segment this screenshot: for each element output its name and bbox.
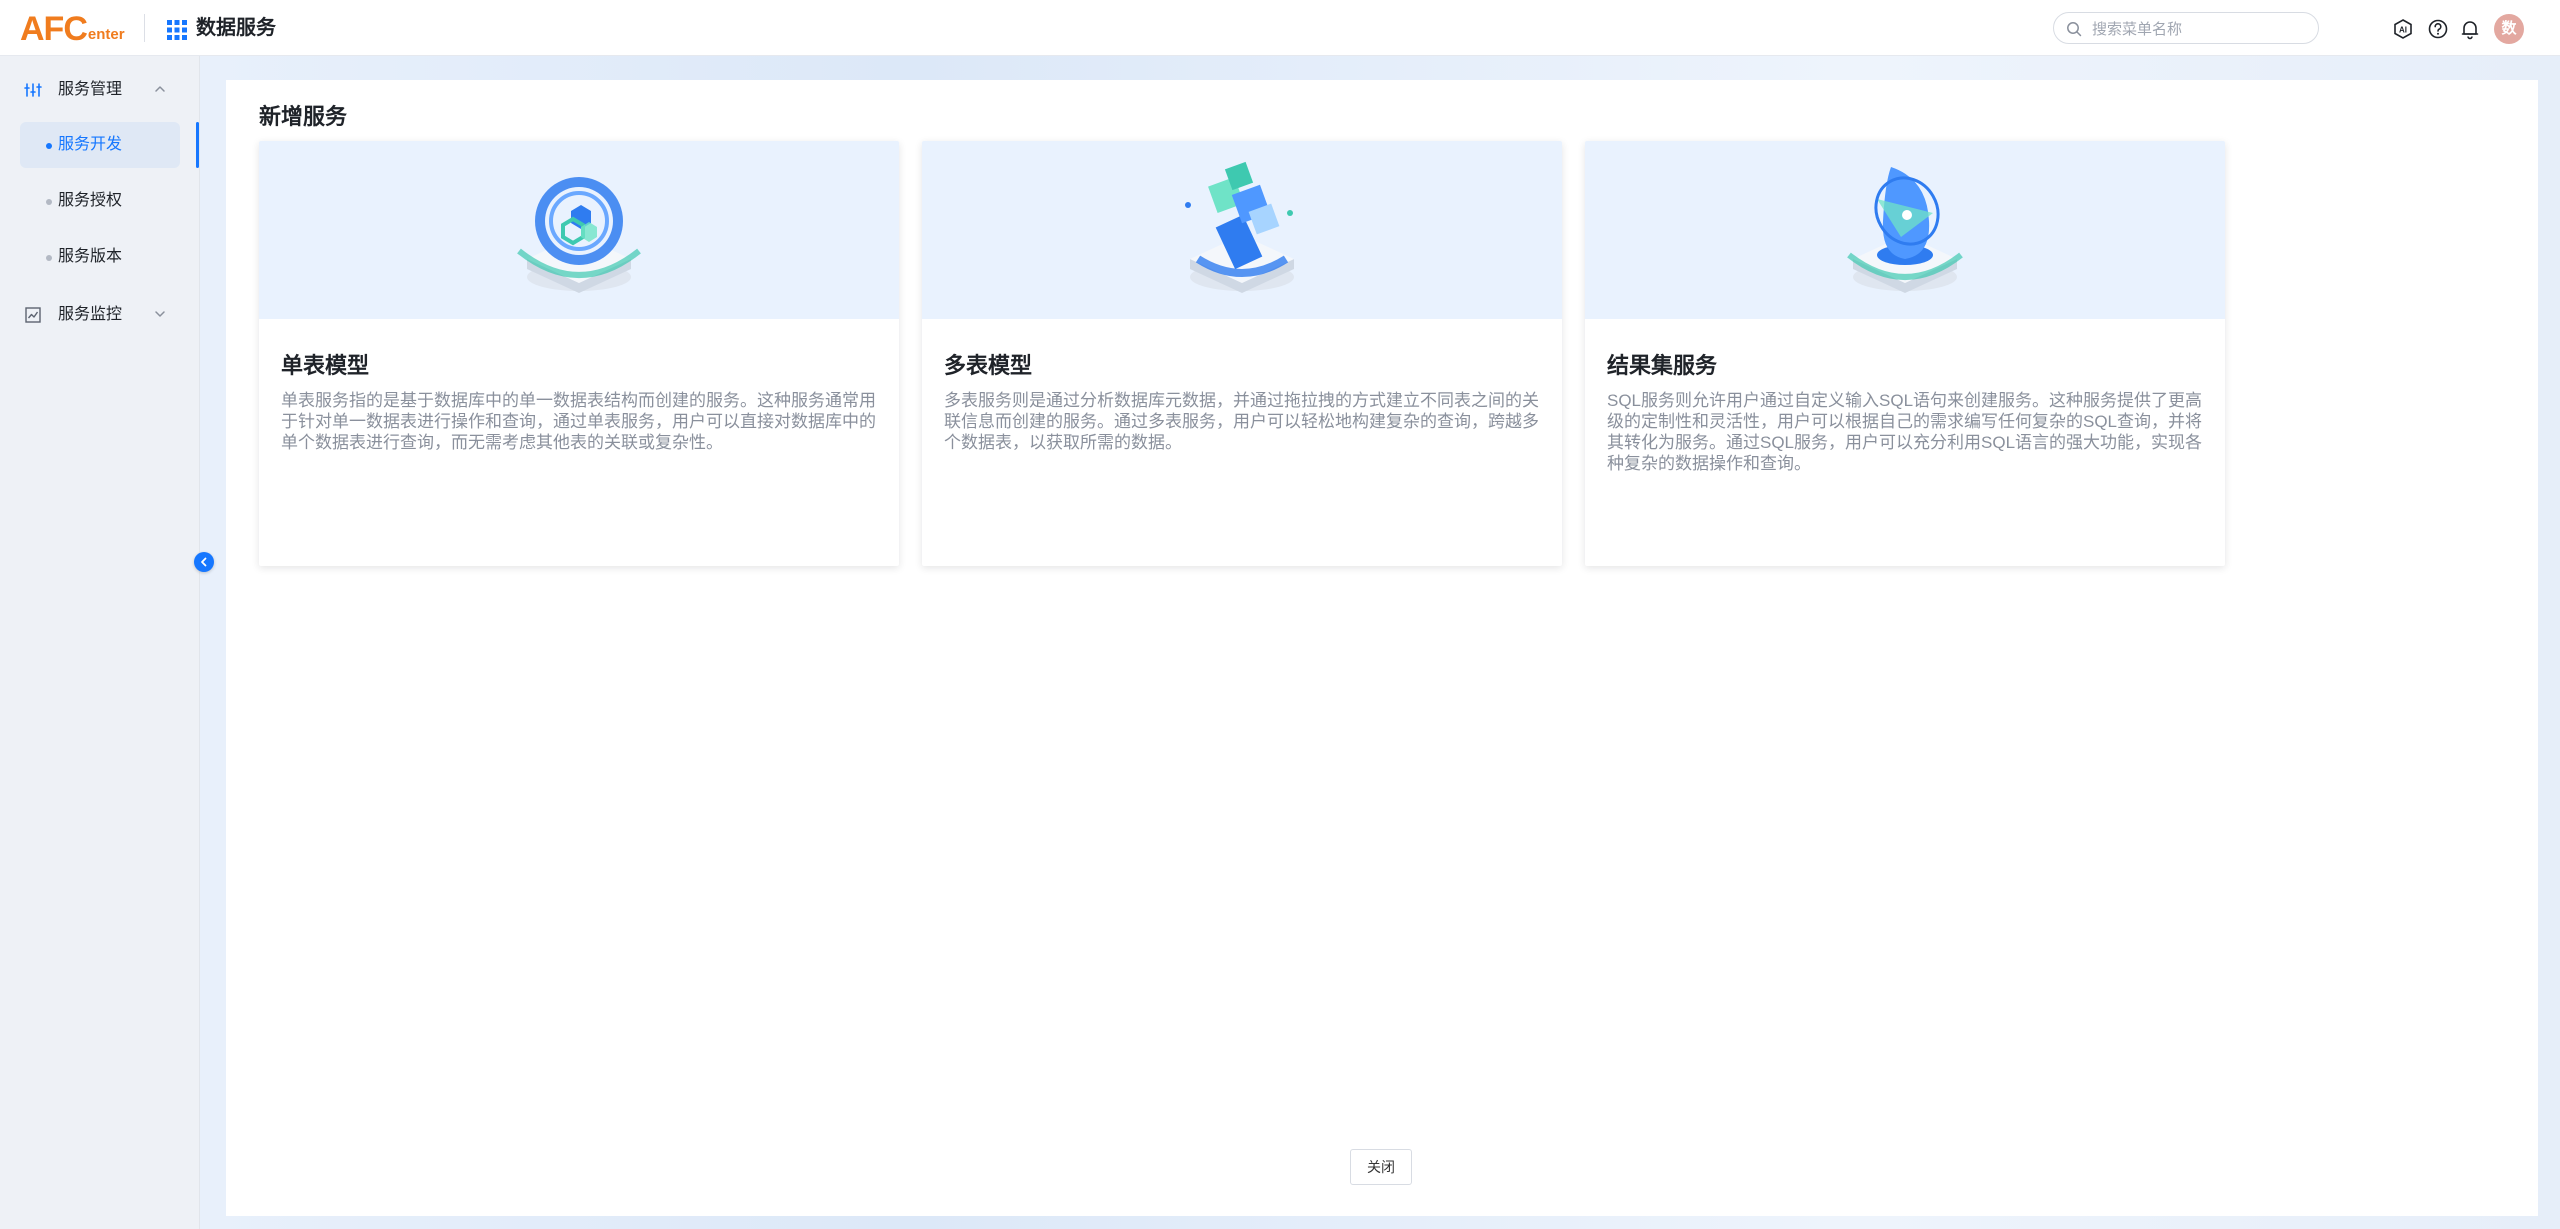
ai-assistant-icon[interactable]: AI	[2392, 18, 2414, 40]
multi-table-model-card[interactable]: 多表模型 多表服务则是通过分析数据库元数据，并通过拖拉拽的方式建立不同表之间的关…	[922, 141, 1562, 566]
result-set-illustration-icon	[1847, 167, 1963, 293]
sidebar-item-service-development[interactable]: 服务开发	[20, 122, 180, 168]
logo-main-text: AFC	[20, 10, 88, 48]
card-description: SQL服务则允许用户通过自定义输入SQL语句来创建服务。这种服务提供了更高级的定…	[1607, 391, 2203, 473]
user-avatar[interactable]: 数	[2494, 14, 2524, 44]
bullet-dot	[46, 199, 52, 205]
sidebar-group-label: 服务监控	[58, 306, 123, 323]
card-description: 单表服务指的是基于数据库中的单一数据表结构而创建的服务。这种服务通常用于针对单一…	[281, 391, 876, 452]
search-input[interactable]	[2090, 17, 2304, 41]
app-title: 数据服务	[196, 17, 276, 39]
active-dot	[46, 143, 52, 149]
close-button[interactable]: 关闭	[1350, 1149, 1412, 1185]
chart-icon	[25, 307, 41, 323]
sidebar-collapse-button[interactable]	[194, 552, 214, 572]
sidebar-group-service-monitoring[interactable]: 服务监控	[0, 294, 200, 334]
sidebar-item-label: 服务版本	[58, 248, 123, 265]
sidebar-group-service-management[interactable]: 服务管理	[0, 69, 200, 109]
menu-search[interactable]	[2053, 12, 2319, 44]
sidebar-item-service-version[interactable]: 服务版本	[20, 234, 180, 280]
sidebar-item-service-authorization[interactable]: 服务授权	[20, 178, 180, 224]
page-title: 新增服务	[259, 104, 348, 129]
active-indicator	[196, 122, 199, 168]
afcenter-logo[interactable]: AFC enter	[20, 10, 125, 46]
chevron-up-icon	[155, 86, 165, 92]
sidebar-item-label: 服务授权	[58, 192, 123, 209]
result-set-service-card[interactable]: 结果集服务 SQL服务则允许用户通过自定义输入SQL语句来创建服务。这种服务提供…	[1585, 141, 2225, 566]
bell-icon[interactable]	[2459, 18, 2481, 40]
multi-table-illustration-icon	[1185, 161, 1294, 293]
chevron-left-icon	[201, 557, 207, 567]
card-description: 多表服务则是通过分析数据库元数据，并通过拖拉拽的方式建立不同表之间的关联信息而创…	[944, 391, 1539, 452]
svg-text:AI: AI	[2399, 26, 2407, 35]
logo-sub-text: enter	[87, 26, 125, 43]
sidebar: 服务管理 服务开发 服务授权 服务版本 服务监控	[0, 56, 200, 1229]
header-divider	[144, 14, 145, 42]
top-bar: AFC enter 数据服务 AI 数	[0, 0, 2560, 56]
card-title: 单表模型	[281, 353, 370, 378]
bullet-dot	[46, 255, 52, 261]
chevron-down-icon	[155, 311, 165, 317]
single-table-model-card[interactable]: 单表模型 单表服务指的是基于数据库中的单一数据表结构而创建的服务。这种服务通常用…	[259, 141, 899, 566]
help-icon[interactable]	[2427, 18, 2449, 40]
apps-grid-icon[interactable]	[167, 20, 187, 40]
search-icon	[2067, 22, 2082, 37]
sliders-icon	[24, 83, 42, 97]
sidebar-group-label: 服务管理	[58, 81, 123, 98]
sidebar-item-label: 服务开发	[58, 136, 123, 153]
card-illustration-area	[259, 141, 899, 319]
card-title: 结果集服务	[1607, 353, 1718, 378]
card-illustration-area	[1585, 141, 2225, 319]
single-table-illustration-icon	[517, 177, 641, 293]
card-illustration-area	[922, 141, 1562, 319]
card-title: 多表模型	[944, 353, 1033, 378]
